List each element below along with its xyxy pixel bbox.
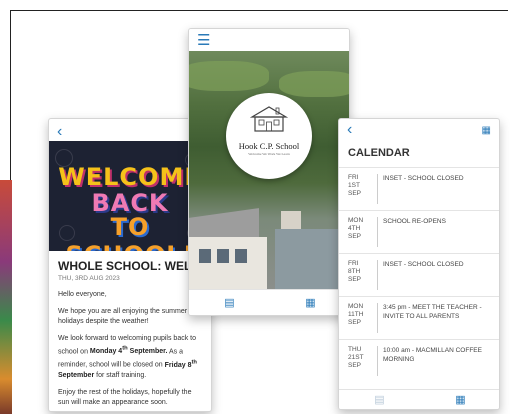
calendar-event-row[interactable]: MON 11TH SEP 3:45 pm - MEET THE TEACHER … bbox=[339, 296, 499, 339]
school-aerial-photo: Hook C.P. School Welcome We Work We Lear… bbox=[189, 51, 349, 291]
article-paragraph: We look forward to welcoming pupils back… bbox=[58, 334, 202, 381]
news-top-bar: ‹ bbox=[49, 119, 211, 141]
event-date: MON 11TH SEP bbox=[348, 303, 378, 333]
chevron-left-icon[interactable]: ‹ bbox=[57, 123, 62, 140]
building-shape bbox=[189, 237, 267, 291]
event-title: 3:45 pm - MEET THE TEACHER - INVITE TO A… bbox=[383, 304, 482, 320]
hamburger-menu-icon[interactable]: ☰ bbox=[197, 32, 210, 49]
calendar-event-row[interactable]: FRI 1ST SEP INSET - SCHOOL CLOSED bbox=[339, 167, 499, 210]
event-title: INSET - SCHOOL CLOSED bbox=[383, 175, 464, 182]
article-paragraph: We hope you are all enjoying the summer … bbox=[58, 308, 188, 325]
calendar-event-row[interactable]: THU 21ST SEP 10:00 am - MACMILLAN COFFEE… bbox=[339, 339, 499, 382]
news-icon[interactable]: ▤ bbox=[224, 296, 234, 309]
event-title: INSET - SCHOOL CLOSED bbox=[383, 261, 464, 268]
school-motto: Welcome We Work We Learn bbox=[248, 152, 290, 156]
calendar-event-row[interactable]: FRI 8TH SEP INSET - SCHOOL CLOSED bbox=[339, 253, 499, 296]
event-date: THU 21ST SEP bbox=[348, 346, 378, 376]
school-name: Hook C.P. School bbox=[238, 141, 300, 151]
article-greeting: Hello everyone, bbox=[58, 291, 107, 298]
article-body: WHOLE SCHOOL: WELCOME BACK THU, 3RD AUG … bbox=[49, 251, 211, 411]
window-shape bbox=[217, 249, 229, 263]
calendar-icon[interactable]: ▦ bbox=[455, 393, 465, 406]
calendar-event-row[interactable]: MON 4TH SEP SCHOOL RE-OPENS bbox=[339, 210, 499, 253]
event-date: MON 4TH SEP bbox=[348, 217, 378, 247]
home-top-bar: ☰ bbox=[189, 29, 349, 51]
window-shape bbox=[235, 249, 247, 263]
building-shape bbox=[281, 211, 301, 229]
text-run: September. bbox=[127, 348, 168, 356]
welcome-back-hero-image: WELCOME BACK TO SCHOOL! bbox=[49, 141, 211, 251]
calendar-top-bar: ‹ ▦ bbox=[339, 119, 499, 141]
calendar-icon[interactable]: ▦ bbox=[482, 125, 491, 136]
article-paragraph: Enjoy the rest of the holidays, hopefull… bbox=[58, 388, 192, 406]
article-date: THU, 3RD AUG 2023 bbox=[58, 275, 120, 282]
text-run: September bbox=[58, 371, 95, 379]
field-shape bbox=[189, 61, 269, 91]
school-house-icon bbox=[250, 106, 288, 132]
hero-text-to-school: TO SCHOOL! bbox=[65, 213, 193, 251]
calendar-icon[interactable]: ▦ bbox=[305, 296, 315, 309]
bold-date: Monday 4th September. bbox=[89, 346, 168, 356]
event-title: SCHOOL RE-OPENS bbox=[383, 218, 446, 225]
window-shape bbox=[199, 249, 211, 263]
home-phone-screen: ☰ Hook C.P. School Welcome We Work We Le… bbox=[188, 28, 350, 316]
article-title: WHOLE SCHOOL: WELCOME BACK bbox=[58, 259, 211, 273]
field-shape bbox=[279, 71, 349, 97]
background-photo-strip bbox=[0, 180, 12, 414]
hero-text-welcome: WELCOME bbox=[58, 163, 202, 191]
event-title: 10:00 am - MACMILLAN COFFEE MORNING bbox=[383, 347, 482, 363]
text-run: Friday 8 bbox=[164, 361, 192, 369]
page-title: CALENDAR bbox=[348, 147, 410, 159]
text-run: for staff training. bbox=[94, 371, 147, 379]
news-icon[interactable]: ▤ bbox=[374, 393, 384, 406]
chevron-left-icon[interactable]: ‹ bbox=[347, 122, 352, 138]
text-run: Monday 4 bbox=[89, 348, 123, 356]
ordinal-suffix: th bbox=[191, 359, 197, 366]
calendar-tab-bar: ▤ ▦ bbox=[339, 389, 499, 409]
school-logo-badge: Hook C.P. School Welcome We Work We Lear… bbox=[226, 93, 312, 179]
home-tab-bar: ▤ ▦ bbox=[189, 289, 349, 315]
calendar-phone-screen: ‹ ▦ CALENDAR FRI 1ST SEP INSET - SCHOOL … bbox=[338, 118, 500, 410]
event-date: FRI 8TH SEP bbox=[348, 260, 378, 290]
event-date: FRI 1ST SEP bbox=[348, 174, 378, 204]
